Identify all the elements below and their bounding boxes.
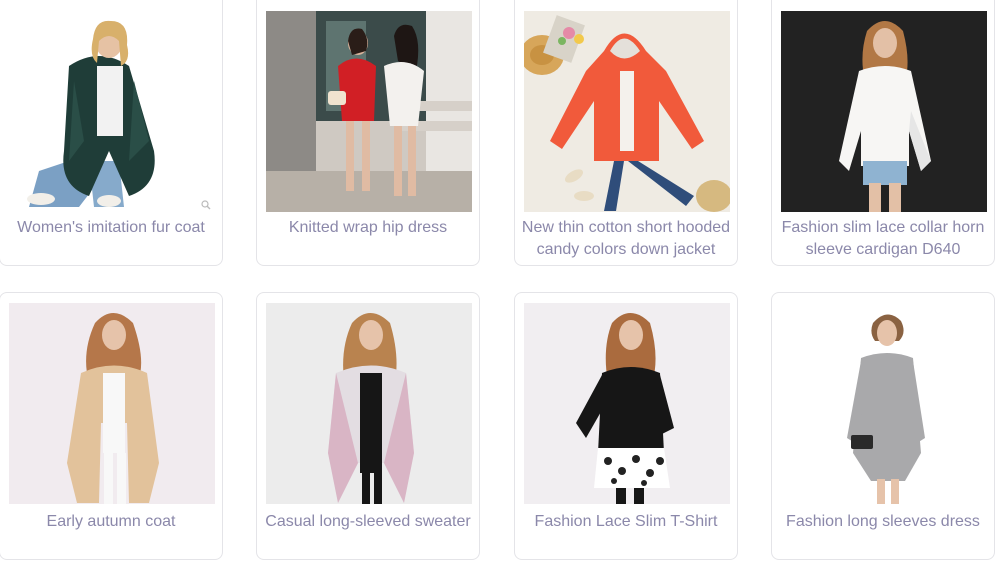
product-card-long-sweater[interactable]: Casual long-sleeved sweater (256, 292, 480, 560)
product-grid: Women's imitation fur coat Knitted wrap … (0, 0, 1001, 562)
product-card-long-sleeve-dress[interactable]: Fashion long sleeves dress (771, 292, 995, 560)
product-title[interactable]: Women's imitation fur coat (4, 217, 218, 261)
product-image[interactable] (266, 11, 472, 212)
product-image[interactable] (781, 11, 987, 212)
product-card-fur-coat[interactable]: Women's imitation fur coat (0, 0, 223, 266)
product-card-lace-cardigan[interactable]: Fashion slim lace collar horn sleeve car… (771, 0, 995, 266)
product-image[interactable] (524, 11, 730, 212)
product-title[interactable]: New thin cotton short hooded candy color… (519, 217, 733, 261)
product-title[interactable]: Knitted wrap hip dress (261, 217, 475, 261)
product-image[interactable] (781, 303, 987, 504)
product-title[interactable]: Fashion slim lace collar horn sleeve car… (776, 217, 990, 261)
product-image[interactable] (9, 303, 215, 504)
product-title[interactable]: Early autumn coat (4, 511, 218, 555)
zoom-icon[interactable] (201, 200, 211, 210)
product-card-lace-tshirt[interactable]: Fashion Lace Slim T-Shirt (514, 292, 738, 560)
product-title[interactable]: Casual long-sleeved sweater (261, 511, 475, 555)
product-image[interactable] (9, 11, 215, 212)
product-image[interactable] (266, 303, 472, 504)
product-title[interactable]: Fashion long sleeves dress (776, 511, 990, 555)
product-card-down-jacket[interactable]: New thin cotton short hooded candy color… (514, 0, 738, 266)
product-title[interactable]: Fashion Lace Slim T-Shirt (519, 511, 733, 555)
product-image[interactable] (524, 303, 730, 504)
product-card-knitted-dress[interactable]: Knitted wrap hip dress (256, 0, 480, 266)
product-card-autumn-coat[interactable]: Early autumn coat (0, 292, 223, 560)
